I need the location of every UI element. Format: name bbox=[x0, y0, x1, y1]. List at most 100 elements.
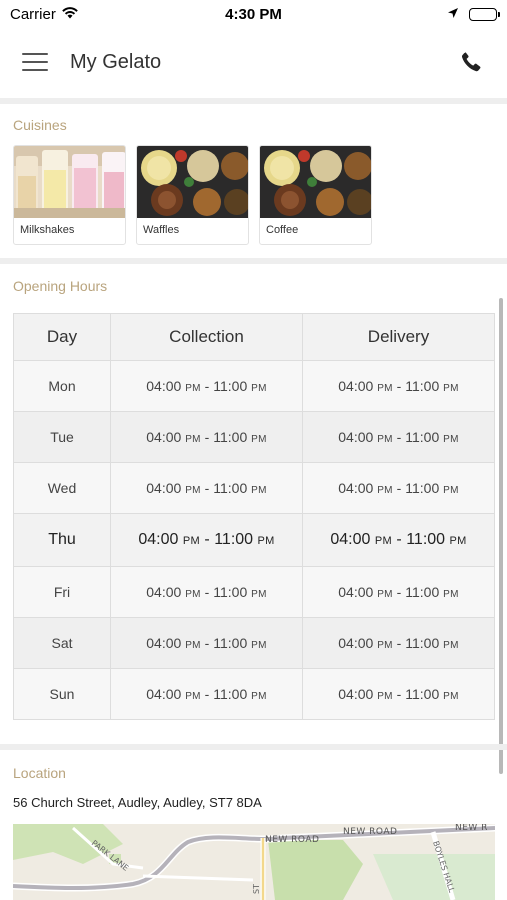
time-open-period: PM bbox=[377, 434, 393, 445]
delivery-hours-cell: 04:00 PM - 11:00 PM bbox=[302, 513, 495, 567]
time-open: 04:00 bbox=[146, 480, 182, 496]
time-close: 11:00 bbox=[405, 480, 440, 496]
time-open-period: PM bbox=[185, 589, 201, 600]
day-cell: Fri bbox=[13, 566, 111, 618]
collection-hours-cell: 04:00 PM - 11:00 PM bbox=[110, 360, 303, 412]
time-open: 04:00 bbox=[146, 686, 182, 702]
day-cell: Tue bbox=[13, 411, 111, 463]
cuisines-heading: Cuisines bbox=[13, 117, 67, 133]
phone-icon[interactable] bbox=[457, 48, 485, 76]
cuisine-card-coffee[interactable]: Coffee bbox=[259, 145, 372, 245]
time-open: 04:00 bbox=[338, 686, 374, 702]
day-cell: Wed bbox=[13, 462, 111, 514]
cuisine-label: Waffles bbox=[143, 224, 180, 236]
time-open: 04:00 bbox=[146, 378, 182, 394]
time-open-period: PM bbox=[377, 383, 393, 394]
time-open: 04:00 bbox=[338, 480, 374, 496]
address-text: 56 Church Street, Audley, Audley, ST7 8D… bbox=[13, 795, 262, 810]
column-header-collection: Collection bbox=[110, 313, 303, 361]
time-open-period: PM bbox=[377, 485, 393, 496]
day-cell: Mon bbox=[13, 360, 111, 412]
time-separator: - bbox=[391, 531, 407, 548]
time-separator: - bbox=[199, 531, 215, 548]
table-row: Wed 04:00 PM - 11:00 PM 04:00 PM - 11:00 P… bbox=[13, 462, 495, 514]
opening-hours-heading: Opening Hours bbox=[13, 278, 108, 294]
time-close-period: PM bbox=[251, 485, 267, 496]
time-close-period: PM bbox=[443, 434, 459, 445]
time-separator: - bbox=[200, 686, 214, 702]
table-row: Tue 04:00 PM - 11:00 PM 04:00 PM - 11:00 P… bbox=[13, 411, 495, 463]
time-open: 04:00 bbox=[338, 635, 374, 651]
map-graphic: NEW ROAD NEW ROAD NEW R PARK LANE BOYLES… bbox=[13, 824, 495, 900]
time-close: 11:00 bbox=[406, 531, 446, 548]
hamburger-menu-icon[interactable] bbox=[22, 51, 48, 73]
time-separator: - bbox=[200, 635, 214, 651]
time-close: 11:00 bbox=[405, 378, 440, 394]
page-title: My Gelato bbox=[70, 50, 162, 73]
delivery-hours-cell: 04:00 PM - 11:00 PM bbox=[302, 411, 495, 463]
time-close: 11:00 bbox=[405, 429, 440, 445]
time-close-period: PM bbox=[251, 383, 267, 394]
carrier-label: Carrier bbox=[10, 5, 56, 23]
delivery-hours-cell: 04:00 PM - 11:00 PM bbox=[302, 360, 495, 412]
collection-hours-cell: 04:00 PM - 11:00 PM bbox=[110, 566, 303, 618]
time-open-period: PM bbox=[185, 691, 201, 702]
column-header-delivery: Delivery bbox=[302, 313, 495, 361]
location-arrow-icon bbox=[447, 6, 459, 23]
time-open: 04:00 bbox=[338, 584, 374, 600]
time-separator: - bbox=[200, 480, 214, 496]
time-separator: - bbox=[392, 584, 406, 600]
location-map[interactable]: NEW ROAD NEW ROAD NEW R PARK LANE BOYLES… bbox=[13, 824, 495, 900]
delivery-hours-cell: 04:00 PM - 11:00 PM bbox=[302, 668, 495, 720]
scrollbar[interactable] bbox=[499, 298, 503, 774]
cuisine-card-milkshakes[interactable]: Milkshakes bbox=[13, 145, 126, 245]
cuisine-card-waffles[interactable]: Waffles bbox=[136, 145, 249, 245]
map-road-label: NEW ROAD bbox=[343, 827, 397, 837]
time-separator: - bbox=[200, 378, 214, 394]
collection-hours-cell: 04:00 PM - 11:00 PM bbox=[110, 462, 303, 514]
table-row: Thu 04:00 PM - 11:00 PM 04:00 PM - 11:00 P… bbox=[13, 513, 495, 567]
column-header-day: Day bbox=[13, 313, 111, 361]
time-close-period: PM bbox=[443, 589, 459, 600]
coffee-image bbox=[260, 146, 371, 218]
time-open-period: PM bbox=[377, 640, 393, 651]
time-close: 11:00 bbox=[213, 686, 248, 702]
divider bbox=[0, 744, 507, 750]
time-open: 04:00 bbox=[338, 429, 374, 445]
time-open: 04:00 bbox=[330, 531, 371, 548]
time-open-period: PM bbox=[377, 691, 393, 702]
time-separator: - bbox=[200, 429, 214, 445]
time-open: 04:00 bbox=[146, 429, 182, 445]
time-separator: - bbox=[392, 480, 406, 496]
divider bbox=[0, 258, 507, 264]
table-row: Fri 04:00 PM - 11:00 PM 04:00 PM - 11:00 P… bbox=[13, 566, 495, 618]
time-separator: - bbox=[392, 378, 406, 394]
time-close-period: PM bbox=[251, 640, 267, 651]
battery-icon bbox=[469, 7, 500, 21]
time-close: 11:00 bbox=[213, 429, 248, 445]
wifi-icon bbox=[61, 6, 79, 23]
time-open-period: PM bbox=[182, 535, 200, 547]
time-open: 04:00 bbox=[146, 635, 182, 651]
time-close-period: PM bbox=[443, 640, 459, 651]
time-close: 11:00 bbox=[214, 531, 254, 548]
time-open-period: PM bbox=[374, 535, 392, 547]
time-separator: - bbox=[392, 429, 406, 445]
cuisines-list: Milkshakes Waffles Coffee bbox=[13, 145, 372, 245]
map-road-label: NEW R bbox=[455, 824, 488, 833]
opening-hours-table-wrap: Day Collection Delivery Mon 04:00 PM - 11… bbox=[13, 313, 495, 720]
collection-hours-cell: 04:00 PM - 11:00 PM bbox=[110, 513, 303, 567]
waffles-image bbox=[137, 146, 248, 218]
time-open-period: PM bbox=[377, 589, 393, 600]
table-row: Sat 04:00 PM - 11:00 PM 04:00 PM - 11:00 P… bbox=[13, 617, 495, 669]
cuisine-label: Coffee bbox=[266, 224, 299, 236]
opening-hours-table: Day Collection Delivery Mon 04:00 PM - 11… bbox=[13, 313, 495, 720]
time-separator: - bbox=[392, 686, 406, 702]
time-open-period: PM bbox=[185, 383, 201, 394]
time-close: 11:00 bbox=[213, 480, 248, 496]
time-close-period: PM bbox=[251, 691, 267, 702]
map-road-label: NEW ROAD bbox=[265, 835, 319, 845]
status-bar: Carrier 4:30 PM bbox=[0, 0, 507, 28]
time-close: 11:00 bbox=[405, 584, 440, 600]
time-separator: - bbox=[200, 584, 214, 600]
